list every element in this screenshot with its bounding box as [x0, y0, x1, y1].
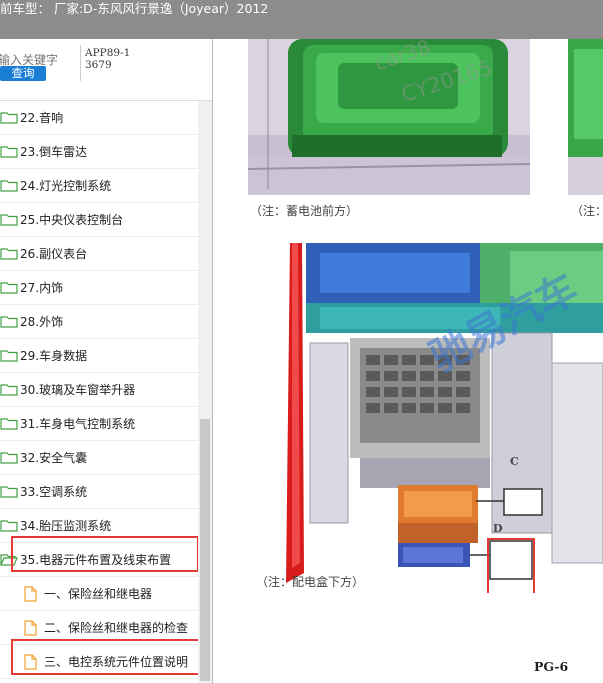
folder-icon [0, 214, 18, 226]
caption-right: （注： [571, 204, 603, 218]
tree-item-label: 二、保险丝和继电器的检查 [44, 621, 189, 635]
tree-item-label: 32.安全气囊 [20, 451, 88, 465]
folder-icon [0, 282, 18, 294]
highlight-box-35 [11, 536, 199, 572]
tree-item[interactable]: 24.灯光控制系统 [0, 169, 198, 203]
tree-item-label: 26.副仪表台 [20, 247, 88, 261]
partial-image-right [568, 39, 603, 195]
document-icon [24, 619, 37, 636]
tree-item-label: 22.音响 [20, 111, 64, 125]
caption-battery-front: （注：蓄电池前方） [250, 204, 359, 218]
tree-item[interactable]: 30.玻璃及车窗举升器 [0, 373, 198, 407]
tree-item-label: 23.倒车雷达 [20, 145, 88, 159]
caption-fuse-box-below: （注：配电盒下方） [256, 575, 365, 589]
tree-item[interactable]: 23.倒车雷达 [0, 135, 198, 169]
document-icon [24, 585, 37, 602]
highlight-box-item3 [11, 639, 211, 675]
document-viewer: （注：蓄电池前方） （注： C D （ [214, 39, 603, 683]
folder-icon [0, 180, 18, 192]
tree-item-label: 31.车身电气控制系统 [20, 417, 136, 431]
folder-icon [0, 316, 18, 328]
tree-item[interactable]: 一、保险丝和继电器 [0, 577, 198, 611]
folder-icon [0, 112, 18, 124]
tree-item[interactable]: 29.车身数据 [0, 339, 198, 373]
folder-icon [0, 146, 18, 158]
tree-item[interactable]: 31.车身电气控制系统 [0, 407, 198, 441]
battery-front-image [248, 39, 530, 195]
search-row: 查询 APP89-13679 [0, 39, 212, 101]
scrollbar[interactable] [198, 101, 212, 683]
tree-item[interactable]: 28.外饰 [0, 305, 198, 339]
tree-item[interactable]: 25.中央仪表控制台 [0, 203, 198, 237]
tree-item-label: 34.胎压监测系统 [20, 519, 112, 533]
tree-item[interactable]: 33.空调系统 [0, 475, 198, 509]
folder-icon [0, 418, 18, 430]
tree-item[interactable]: 26.副仪表台 [0, 237, 198, 271]
label-d: D [493, 522, 503, 535]
tree-item[interactable]: 22.音响 [0, 101, 198, 135]
window-title: 前车型： 厂家:D-东风风行景逸（Joyear）2012 [0, 0, 603, 39]
folder-icon [0, 384, 18, 396]
fuse-box-image [280, 243, 603, 593]
tree-item-label: 27.内饰 [20, 281, 64, 295]
folder-icon [0, 486, 18, 498]
tree-item-label: 一、保险丝和继电器 [44, 587, 153, 601]
tree-item[interactable]: 27.内饰 [0, 271, 198, 305]
label-c: C [510, 455, 519, 468]
folder-icon [0, 350, 18, 362]
folder-icon [0, 452, 18, 464]
tree-item-label: 30.玻璃及车窗举升器 [20, 383, 136, 397]
folder-icon [0, 520, 18, 532]
tree-item-label: 29.车身数据 [20, 349, 88, 363]
tree-item-label: 24.灯光控制系统 [20, 179, 112, 193]
divider [80, 45, 81, 81]
tree-item-label: 28.外饰 [20, 315, 64, 329]
folder-icon [0, 248, 18, 260]
scrollbar-thumb[interactable] [200, 419, 210, 681]
query-button[interactable]: 查询 [0, 66, 46, 81]
sidebar: 查询 APP89-13679 22.音响 23.倒车雷达 24.灯光控制系统 25.中… [0, 39, 213, 683]
tree-item-label: 33.空调系统 [20, 485, 88, 499]
app-code: APP89-13679 [85, 47, 131, 71]
tree-item[interactable]: 32.安全气囊 [0, 441, 198, 475]
page-label: PG-6 [534, 659, 569, 674]
tree-item-label: 25.中央仪表控制台 [20, 213, 124, 227]
